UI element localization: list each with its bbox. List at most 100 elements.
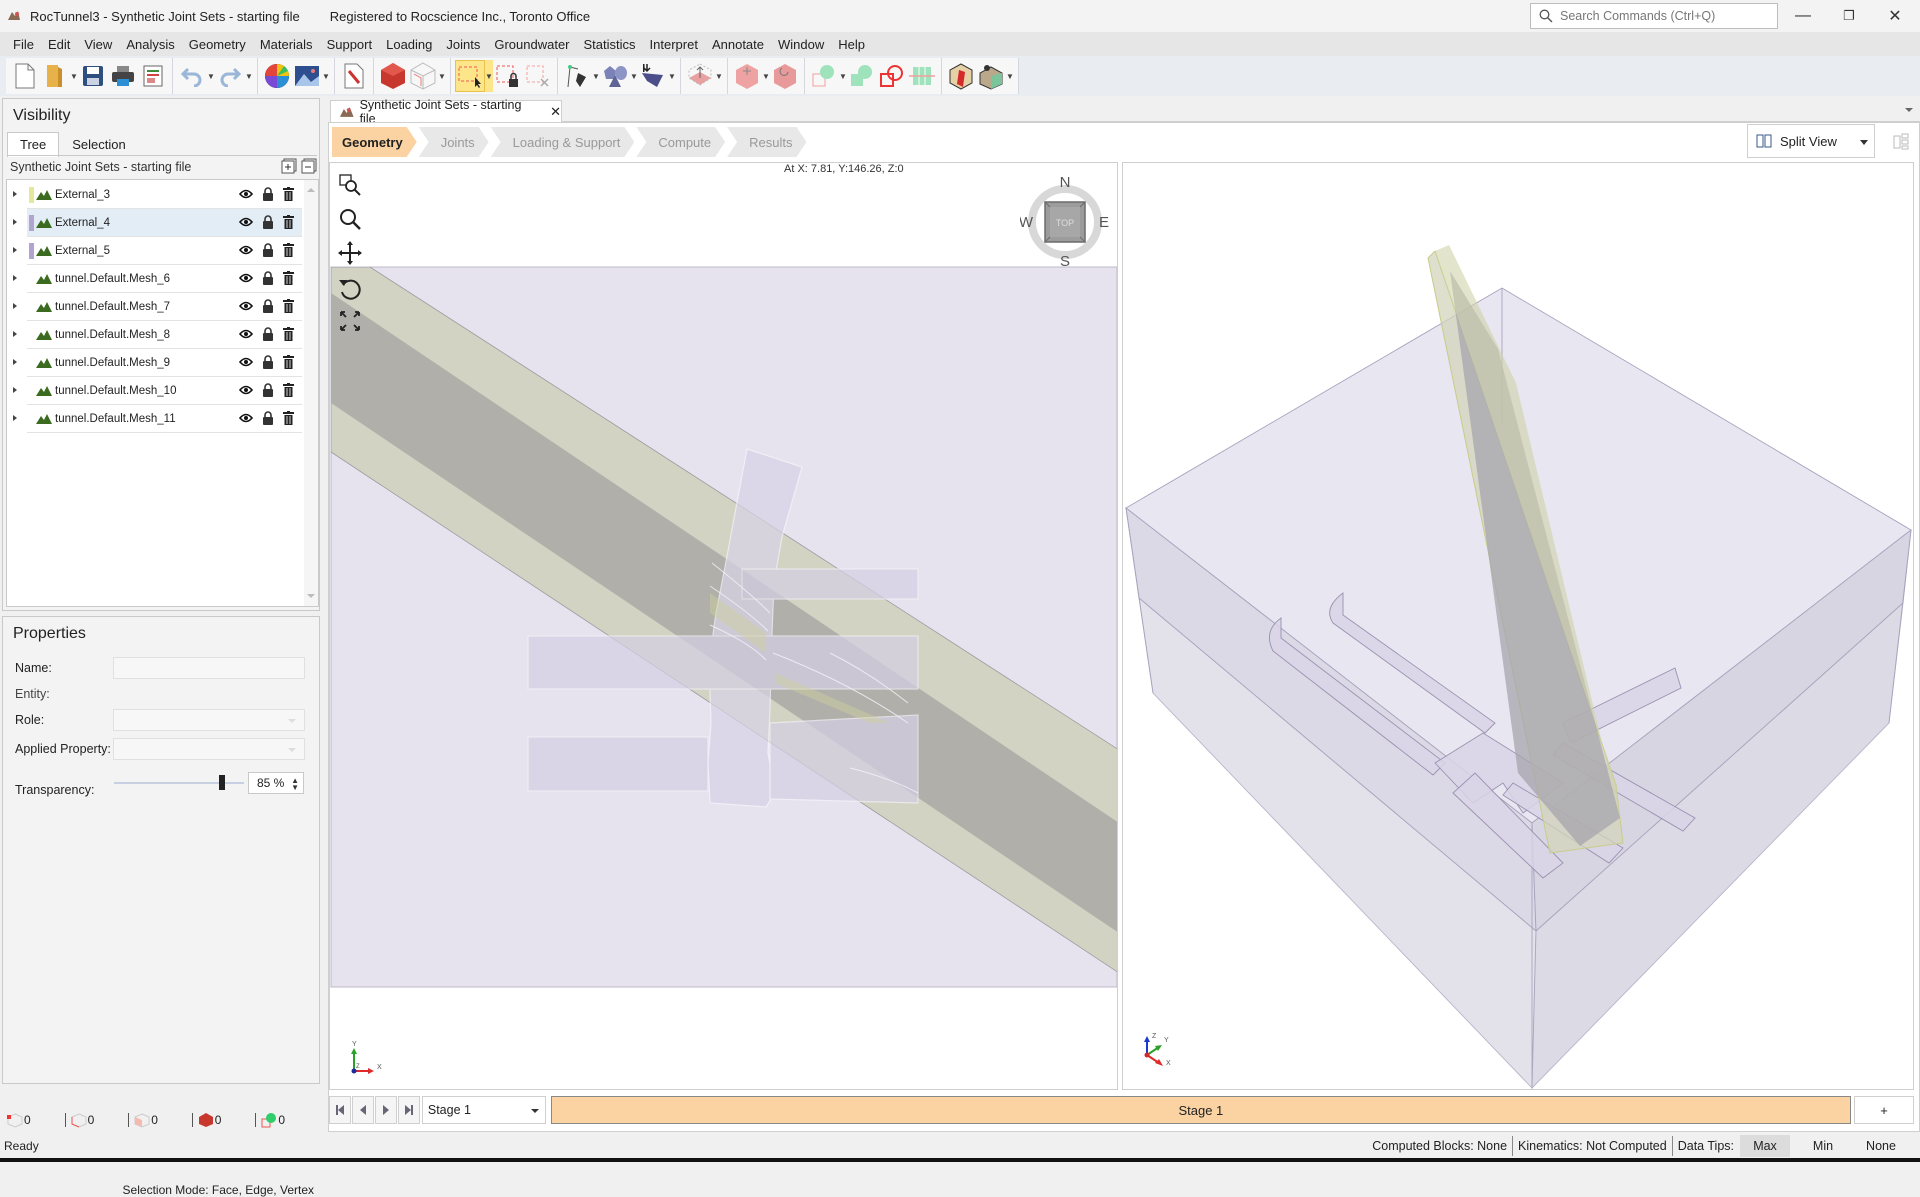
menu-analysis[interactable]: Analysis bbox=[119, 37, 181, 52]
delete-icon[interactable] bbox=[283, 215, 294, 229]
menu-interpret[interactable]: Interpret bbox=[643, 37, 705, 52]
redo-dropdown[interactable]: ▼ bbox=[245, 60, 253, 92]
visibility-eye-icon[interactable] bbox=[239, 273, 253, 283]
shapes-button[interactable] bbox=[600, 60, 630, 92]
paint-tool-dropdown[interactable]: ▼ bbox=[1006, 60, 1014, 92]
menu-groundwater[interactable]: Groundwater bbox=[487, 37, 576, 52]
extrude-button[interactable] bbox=[685, 60, 715, 92]
visibility-eye-icon[interactable] bbox=[239, 217, 253, 227]
stage-tab-active[interactable]: Stage 1 bbox=[550, 1096, 1852, 1124]
open-file-dropdown[interactable]: ▼ bbox=[70, 60, 78, 92]
name-field[interactable] bbox=[113, 657, 305, 679]
delete-icon[interactable] bbox=[283, 271, 294, 285]
expand-caret-icon[interactable] bbox=[13, 191, 17, 197]
close-button[interactable]: ✕ bbox=[1872, 0, 1918, 32]
undo-button[interactable] bbox=[177, 60, 207, 92]
grid-divide-button[interactable] bbox=[907, 60, 937, 92]
boolean-union-button[interactable] bbox=[809, 60, 839, 92]
redo-button[interactable] bbox=[215, 60, 245, 92]
data-tips-none[interactable]: None bbox=[1856, 1135, 1906, 1157]
tree-scrollbar[interactable] bbox=[304, 180, 318, 606]
save-button[interactable] bbox=[78, 60, 108, 92]
compass-east[interactable]: E bbox=[1099, 214, 1109, 231]
workflow-joints[interactable]: Joints bbox=[419, 127, 489, 157]
lock-icon[interactable] bbox=[262, 215, 274, 229]
delete-icon[interactable] bbox=[283, 355, 294, 369]
zoom-button[interactable] bbox=[336, 205, 364, 233]
spin-arrows-icon[interactable]: ▲ ▼ bbox=[291, 777, 299, 792]
visibility-eye-icon[interactable] bbox=[239, 329, 253, 339]
data-tips-max[interactable]: Max bbox=[1740, 1135, 1790, 1157]
import-geometry-dropdown[interactable]: ▼ bbox=[668, 60, 676, 92]
polyline-draw-button[interactable] bbox=[562, 60, 592, 92]
expand-caret-icon[interactable] bbox=[13, 275, 17, 281]
compass-north[interactable]: N bbox=[1060, 177, 1071, 191]
expand-caret-icon[interactable] bbox=[13, 331, 17, 337]
visibility-eye-icon[interactable] bbox=[239, 413, 253, 423]
expand-caret-icon[interactable] bbox=[13, 303, 17, 309]
tree-item[interactable]: tunnel.Default.Mesh_9 bbox=[13, 349, 302, 377]
lock-icon[interactable] bbox=[262, 271, 274, 285]
report-button[interactable] bbox=[138, 60, 168, 92]
lock-icon[interactable] bbox=[262, 299, 274, 313]
delete-icon[interactable] bbox=[283, 187, 294, 201]
menu-loading[interactable]: Loading bbox=[379, 37, 439, 52]
rotate-view-button[interactable] bbox=[336, 275, 364, 303]
add-stage-button[interactable]: + bbox=[1854, 1096, 1914, 1124]
lock-icon[interactable] bbox=[262, 383, 274, 397]
workflow-results[interactable]: Results bbox=[727, 127, 806, 157]
first-stage-button[interactable] bbox=[329, 1096, 351, 1124]
plan-view-canvas[interactable] bbox=[330, 163, 1118, 1090]
image-export-button[interactable] bbox=[292, 60, 322, 92]
viewport-3d[interactable]: Z Y X bbox=[1122, 162, 1914, 1090]
clear-selection-button[interactable] bbox=[523, 60, 553, 92]
menu-annotate[interactable]: Annotate bbox=[705, 37, 771, 52]
paint-tool-button[interactable] bbox=[976, 60, 1006, 92]
pan-button[interactable] bbox=[336, 239, 364, 267]
edit-document-button[interactable] bbox=[339, 60, 369, 92]
scroll-down-icon[interactable] bbox=[307, 594, 315, 598]
lock-icon[interactable] bbox=[262, 327, 274, 341]
extrude-dropdown[interactable]: ▼ bbox=[715, 60, 723, 92]
tab-list-dropdown-icon[interactable] bbox=[1905, 108, 1913, 112]
tree-item[interactable]: External_5 bbox=[13, 237, 302, 265]
box-select-button[interactable] bbox=[455, 60, 485, 92]
restore-button[interactable]: ❐ bbox=[1826, 0, 1872, 32]
tree-item[interactable]: tunnel.Default.Mesh_6 bbox=[13, 265, 302, 293]
compass-west[interactable]: W bbox=[1020, 214, 1034, 231]
menu-edit[interactable]: Edit bbox=[41, 37, 77, 52]
wireframe-button[interactable] bbox=[408, 60, 438, 92]
tab-tree[interactable]: Tree bbox=[7, 132, 60, 157]
new-file-button[interactable] bbox=[10, 60, 40, 92]
stage-select[interactable]: Stage 1 bbox=[421, 1096, 546, 1124]
solid-model-button[interactable] bbox=[378, 60, 408, 92]
expand-caret-icon[interactable] bbox=[13, 247, 17, 253]
tree-item[interactable]: tunnel.Default.Mesh_10 bbox=[13, 377, 302, 405]
rotate-solid-button[interactable] bbox=[770, 60, 800, 92]
tree-item[interactable]: tunnel.Default.Mesh_8 bbox=[13, 321, 302, 349]
menu-statistics[interactable]: Statistics bbox=[577, 37, 643, 52]
lock-icon[interactable] bbox=[262, 187, 274, 201]
polyline-draw-dropdown[interactable]: ▼ bbox=[592, 60, 600, 92]
compass-south[interactable]: S bbox=[1060, 253, 1070, 267]
delete-icon[interactable] bbox=[283, 243, 294, 257]
tree-item[interactable]: tunnel.Default.Mesh_7 bbox=[13, 293, 302, 321]
expand-caret-icon[interactable] bbox=[13, 359, 17, 365]
shapes-dropdown[interactable]: ▼ bbox=[630, 60, 638, 92]
visibility-eye-icon[interactable] bbox=[239, 189, 253, 199]
transparency-slider[interactable] bbox=[114, 775, 244, 790]
workflow-compute[interactable]: Compute bbox=[636, 127, 725, 157]
tree-item[interactable]: External_3 bbox=[13, 181, 302, 209]
import-geometry-button[interactable] bbox=[638, 60, 668, 92]
image-export-dropdown[interactable]: ▼ bbox=[322, 60, 330, 92]
move-solid-dropdown[interactable]: ▼ bbox=[762, 60, 770, 92]
collapse-all-icon[interactable] bbox=[301, 158, 317, 174]
open-file-button[interactable] bbox=[40, 60, 70, 92]
applied-property-select[interactable] bbox=[113, 738, 305, 760]
workflow-loading-support[interactable]: Loading & Support bbox=[491, 127, 635, 157]
3d-model-canvas[interactable] bbox=[1123, 163, 1914, 1090]
tab-selection[interactable]: Selection bbox=[59, 132, 138, 157]
menu-support[interactable]: Support bbox=[320, 37, 380, 52]
tree-item[interactable]: External_4 bbox=[13, 209, 302, 237]
visibility-eye-icon[interactable] bbox=[239, 385, 253, 395]
